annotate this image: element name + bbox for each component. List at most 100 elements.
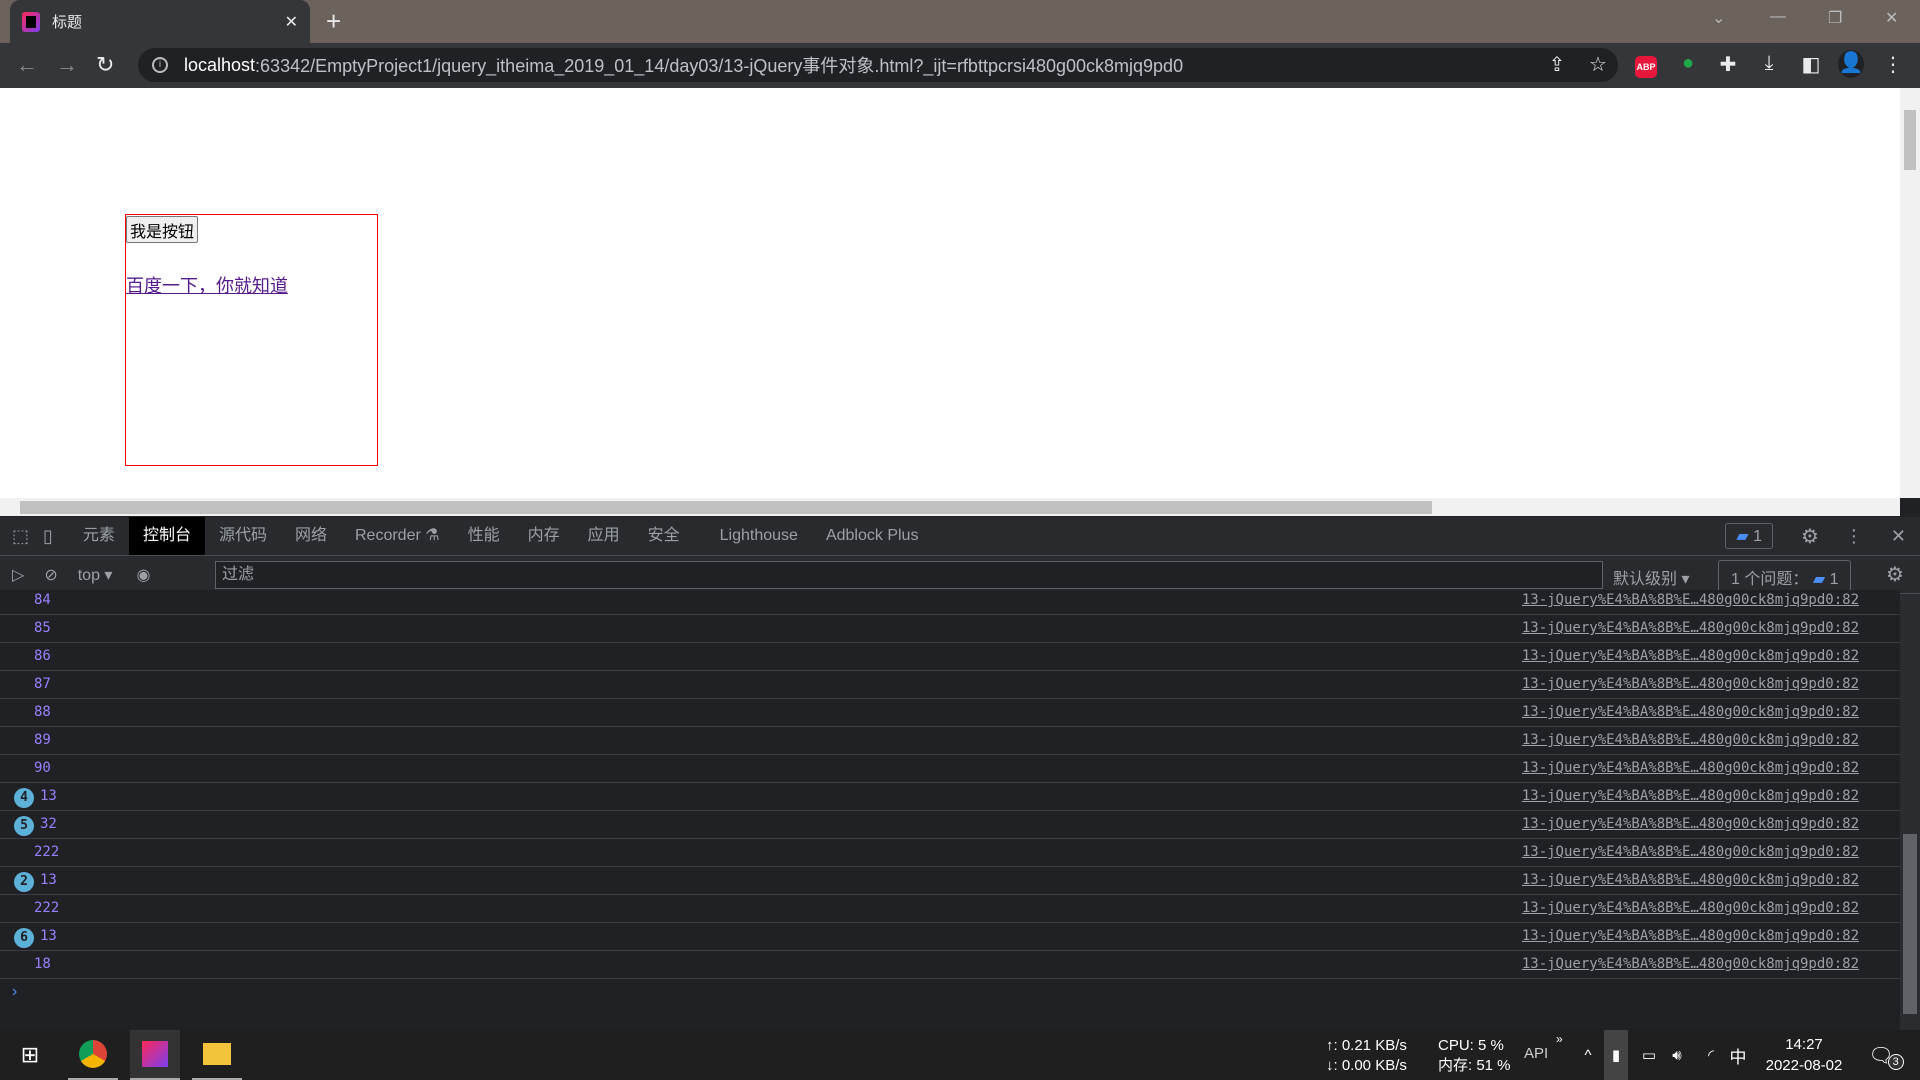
close-tab-icon[interactable]: ✕ [285, 12, 298, 32]
adblock-plus-icon[interactable]: ABP [1635, 56, 1657, 78]
console-value: 87 [34, 676, 51, 692]
forward-button[interactable]: → [56, 52, 78, 78]
source-link[interactable]: 13-jQuery%E4%BA%8B%E…480g00ck8mjq9pd0:82 [1522, 872, 1859, 888]
console-value: 13 [40, 928, 57, 944]
message-icon: ▰ [1736, 528, 1749, 545]
log-level-dropdown[interactable]: 默认级别 ▾ [1613, 565, 1690, 589]
minimize-button[interactable]: — [1770, 8, 1786, 26]
profile-avatar-icon[interactable]: 👤 [1838, 50, 1864, 78]
issues-count: 1 [1829, 571, 1839, 588]
red-bordered-box [125, 214, 378, 466]
evernote-icon[interactable]: ● [1675, 52, 1701, 75]
back-button[interactable]: ← [16, 52, 38, 78]
source-link[interactable]: 13-jQuery%E4%BA%8B%E…480g00ck8mjq9pd0:82 [1522, 928, 1859, 944]
live-expression-eye-icon[interactable]: ◉ [136, 565, 150, 585]
issues-button[interactable]: 1 个问题： ▰ 1 [1718, 560, 1852, 594]
new-tab-button[interactable]: + [326, 6, 341, 37]
issues-badge-button[interactable]: ▰ 1 [1725, 523, 1773, 549]
extensions-puzzle-icon[interactable]: ✚ [1715, 52, 1741, 77]
source-link[interactable]: 13-jQuery%E4%BA%8B%E…480g00ck8mjq9pd0:82 [1522, 900, 1859, 916]
source-link[interactable]: 13-jQuery%E4%BA%8B%E…480g00ck8mjq9pd0:82 [1522, 816, 1859, 832]
page-horizontal-scrollbar[interactable] [0, 498, 1900, 516]
tab-performance[interactable]: 性能 [454, 517, 514, 555]
tab-lighthouse[interactable]: Lighthouse [706, 517, 812, 555]
console-value: 90 [34, 760, 51, 776]
source-link[interactable]: 13-jQuery%E4%BA%8B%E…480g00ck8mjq9pd0:82 [1522, 732, 1859, 748]
bookmark-star-icon[interactable]: ☆ [1585, 52, 1611, 77]
source-link[interactable]: 13-jQuery%E4%BA%8B%E…480g00ck8mjq9pd0:82 [1522, 676, 1859, 692]
tab-memory[interactable]: 内存 [514, 517, 574, 555]
chrome-taskbar-icon[interactable] [68, 1030, 118, 1080]
system-usage: CPU: 5 % 内存: 51 % [1438, 1036, 1511, 1076]
source-link[interactable]: 13-jQuery%E4%BA%8B%E…480g00ck8mjq9pd0:82 [1522, 648, 1859, 664]
tab-console[interactable]: 控制台 [128, 517, 205, 555]
notification-center-icon[interactable]: 🗨︎ 3 [1866, 1030, 1906, 1080]
site-info-icon[interactable]: i [152, 57, 168, 73]
windows-taskbar: ⊞ ↑: 0.21 KB/s ↓: 0.00 KB/s CPU: 5 % 内存: 5… [0, 1030, 1920, 1080]
inspect-element-icon[interactable]: ⬚ [12, 526, 29, 547]
file-explorer-taskbar-icon[interactable] [192, 1030, 242, 1080]
tab-network[interactable]: 网络 [281, 517, 341, 555]
intellij-taskbar-icon[interactable] [130, 1030, 180, 1080]
tab-search-icon[interactable]: ⌄ [1712, 8, 1725, 28]
settings-gear-icon[interactable]: ⚙ [1801, 524, 1819, 549]
console-message-row: 90 13-jQuery%E4%BA%8B%E…480g00ck8mjq9pd0:… [0, 755, 1900, 783]
source-link[interactable]: 13-jQuery%E4%BA%8B%E…480g00ck8mjq9pd0:82 [1522, 620, 1859, 636]
console-scrollbar[interactable] [1900, 594, 1920, 1030]
tab-application[interactable]: 应用 [574, 517, 634, 555]
clear-console-icon[interactable]: ⊘ [44, 565, 57, 585]
console-message-row: 86 13-jQuery%E4%BA%8B%E…480g00ck8mjq9pd0:… [0, 643, 1900, 671]
tab-sources[interactable]: 源代码 [205, 517, 281, 555]
battery-icon[interactable]: ▭ [1636, 1030, 1662, 1080]
source-link[interactable]: 13-jQuery%E4%BA%8B%E…480g00ck8mjq9pd0:82 [1522, 704, 1859, 720]
console-prompt[interactable]: › [12, 983, 17, 1001]
browser-menu-icon[interactable]: ⋮ [1880, 52, 1906, 77]
reload-button[interactable]: ↻ [96, 52, 114, 78]
show-hidden-icons-chevron-icon[interactable]: ^ [1576, 1030, 1600, 1080]
message-icon: ▰ [1812, 571, 1826, 588]
upload-speed: ↑: 0.21 KB/s [1326, 1037, 1407, 1054]
console-message-row: 222 13-jQuery%E4%BA%8B%E…480g00ck8mjq9pd0… [0, 895, 1900, 923]
ime-indicator[interactable]: 中 [1726, 1030, 1750, 1080]
source-link[interactable]: 13-jQuery%E4%BA%8B%E…480g00ck8mjq9pd0:82 [1522, 956, 1859, 972]
console-settings-icon[interactable]: ⚙ [1886, 562, 1904, 587]
tray-app-icon[interactable]: ▮ [1604, 1030, 1628, 1080]
tab-elements[interactable]: 元素 [69, 517, 129, 555]
baidu-link[interactable]: 百度一下，你就知道 [126, 272, 288, 298]
tab-adblock-plus[interactable]: Adblock Plus [812, 517, 933, 555]
clock-time: 14:27 [1785, 1036, 1823, 1053]
device-toolbar-icon[interactable]: ▯ [43, 526, 53, 547]
sidebar-toggle-icon[interactable]: ▷ [12, 565, 24, 585]
tab-security[interactable]: 安全 [634, 517, 694, 555]
clock[interactable]: 14:27 2022-08-02 [1756, 1034, 1852, 1076]
source-link[interactable]: 13-jQuery%E4%BA%8B%E…480g00ck8mjq9pd0:82 [1522, 592, 1859, 608]
wifi-icon[interactable]: ◜ [1698, 1030, 1724, 1080]
page-button[interactable]: 我是按钮 [126, 216, 199, 243]
console-message-row: 89 13-jQuery%E4%BA%8B%E…480g00ck8mjq9pd0:… [0, 727, 1900, 755]
windows-start-icon[interactable]: ⊞ [0, 1030, 60, 1080]
tab-recorder-label: Recorder [354, 527, 421, 544]
source-link[interactable]: 13-jQuery%E4%BA%8B%E…480g00ck8mjq9pd0:82 [1522, 844, 1859, 860]
restore-button[interactable]: ❐ [1828, 8, 1842, 28]
expand-chevrons-icon[interactable]: » [1556, 1032, 1563, 1046]
close-window-button[interactable]: ✕ [1885, 8, 1898, 28]
address-bar[interactable]: i localhost:63342/EmptyProject1/jquery_i… [138, 48, 1618, 82]
network-speed: ↑: 0.21 KB/s ↓: 0.00 KB/s [1326, 1036, 1407, 1076]
download-icon[interactable]: ⤓ [1756, 52, 1782, 75]
browser-tab[interactable]: 标题 ✕ [10, 0, 310, 43]
tab-recorder[interactable]: Recorder ⚗ [341, 517, 454, 555]
console-message-row: 84 13-jQuery%E4%BA%8B%E…480g00ck8mjq9pd0:… [0, 590, 1900, 615]
page-vertical-scrollbar[interactable] [1900, 88, 1920, 498]
share-icon[interactable]: ⇪ [1544, 52, 1570, 77]
volume-icon[interactable]: 🔊︎ [1664, 1030, 1690, 1080]
console-message-row: 2 13 13-jQuery%E4%BA%8B%E…480g00ck8mjq9pd0… [0, 867, 1900, 895]
filter-input[interactable]: 过滤 [215, 561, 1603, 589]
source-link[interactable]: 13-jQuery%E4%BA%8B%E…480g00ck8mjq9pd0:82 [1522, 760, 1859, 776]
close-devtools-icon[interactable]: ✕ [1891, 526, 1906, 547]
side-panel-icon[interactable]: ◧ [1798, 52, 1824, 77]
more-options-icon[interactable]: ⋮ [1845, 526, 1863, 547]
source-link[interactable]: 13-jQuery%E4%BA%8B%E…480g00ck8mjq9pd0:82 [1522, 788, 1859, 804]
console-value: 222 [34, 844, 60, 860]
console-message-row: 6 13 13-jQuery%E4%BA%8B%E…480g00ck8mjq9pd0… [0, 923, 1900, 951]
context-selector[interactable]: top ▾ [78, 565, 113, 585]
